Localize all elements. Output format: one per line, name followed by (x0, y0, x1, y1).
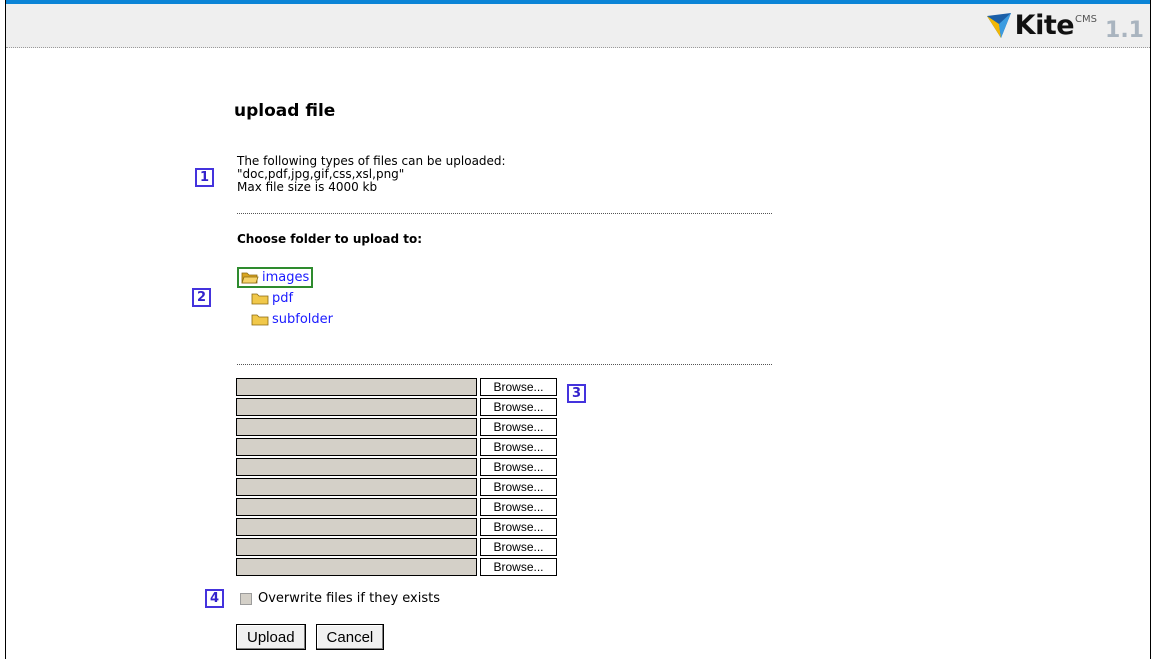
divider (237, 364, 772, 365)
divider (237, 213, 772, 214)
browse-button[interactable]: Browse... (480, 398, 557, 416)
overwrite-label[interactable]: Overwrite files if they exists (258, 591, 440, 606)
overwrite-option[interactable]: Overwrite files if they exists (240, 591, 440, 606)
browse-button[interactable]: Browse... (480, 418, 557, 436)
browse-button[interactable]: Browse... (480, 478, 557, 496)
file-path-field[interactable] (236, 558, 477, 576)
file-input-row: Browse... (236, 398, 557, 418)
file-input-row: Browse... (236, 498, 557, 518)
file-input-list: Browse... Browse... Browse... Browse... … (236, 378, 557, 578)
header-bar: Kite CMS 1.1 (6, 0, 1150, 48)
file-path-field[interactable] (236, 518, 477, 536)
file-input-row: Browse... (236, 478, 557, 498)
marker-2: 2 (192, 288, 211, 307)
folder-icon (251, 293, 269, 305)
folder-label[interactable]: images (262, 270, 309, 285)
file-path-field[interactable] (236, 478, 477, 496)
max-size-text: Max file size is 4000 kb (237, 180, 378, 194)
browse-button[interactable]: Browse... (480, 438, 557, 456)
marker-1: 1 (195, 168, 214, 187)
folder-open-icon (241, 272, 259, 284)
marker-3: 3 (567, 384, 586, 403)
file-path-field[interactable] (236, 458, 477, 476)
file-path-field[interactable] (236, 398, 477, 416)
browse-button[interactable]: Browse... (480, 498, 557, 516)
folder-item-images[interactable]: images (237, 267, 333, 288)
browse-button[interactable]: Browse... (480, 518, 557, 536)
file-path-field[interactable] (236, 438, 477, 456)
upload-info: The following types of files can be uplo… (237, 155, 506, 194)
file-input-row: Browse... (236, 538, 557, 558)
file-input-row: Browse... (236, 518, 557, 538)
file-input-row: Browse... (236, 378, 557, 398)
folder-item-selected[interactable]: images (237, 267, 314, 288)
overwrite-checkbox[interactable] (240, 592, 252, 605)
folder-icon (251, 314, 269, 326)
browse-button[interactable]: Browse... (480, 538, 557, 556)
browse-button[interactable]: Browse... (480, 558, 557, 576)
folder-item-subfolder[interactable]: subfolder (251, 309, 333, 330)
browse-button[interactable]: Browse... (480, 458, 557, 476)
marker-4: 4 (205, 589, 224, 608)
folder-item-pdf[interactable]: pdf (251, 288, 333, 309)
upload-button[interactable]: Upload (236, 624, 306, 650)
browse-button[interactable]: Browse... (480, 378, 557, 396)
logo-superscript: CMS (1075, 14, 1098, 25)
folder-heading: Choose folder to upload to: (237, 232, 422, 246)
form-actions: Upload Cancel (236, 624, 385, 650)
folder-label[interactable]: subfolder (272, 312, 333, 327)
kite-cms-logo: Kite CMS 1.1 (985, 10, 1144, 44)
file-path-field[interactable] (236, 378, 477, 396)
logo-version: 1.1 (1105, 18, 1144, 43)
file-path-field[interactable] (236, 538, 477, 556)
file-input-row: Browse... (236, 458, 557, 478)
file-path-field[interactable] (236, 418, 477, 436)
file-path-field[interactable] (236, 498, 477, 516)
logo-name: Kite (1014, 10, 1075, 41)
kite-logo-icon (986, 13, 1011, 38)
folder-label[interactable]: pdf (272, 291, 293, 306)
file-input-row: Browse... (236, 438, 557, 458)
file-input-row: Browse... (236, 558, 557, 578)
cancel-button[interactable]: Cancel (315, 624, 385, 650)
file-input-row: Browse... (236, 418, 557, 438)
folder-tree: images pdf subfolder (237, 267, 333, 330)
window-frame (5, 0, 1151, 659)
page-title: upload file (234, 101, 336, 121)
